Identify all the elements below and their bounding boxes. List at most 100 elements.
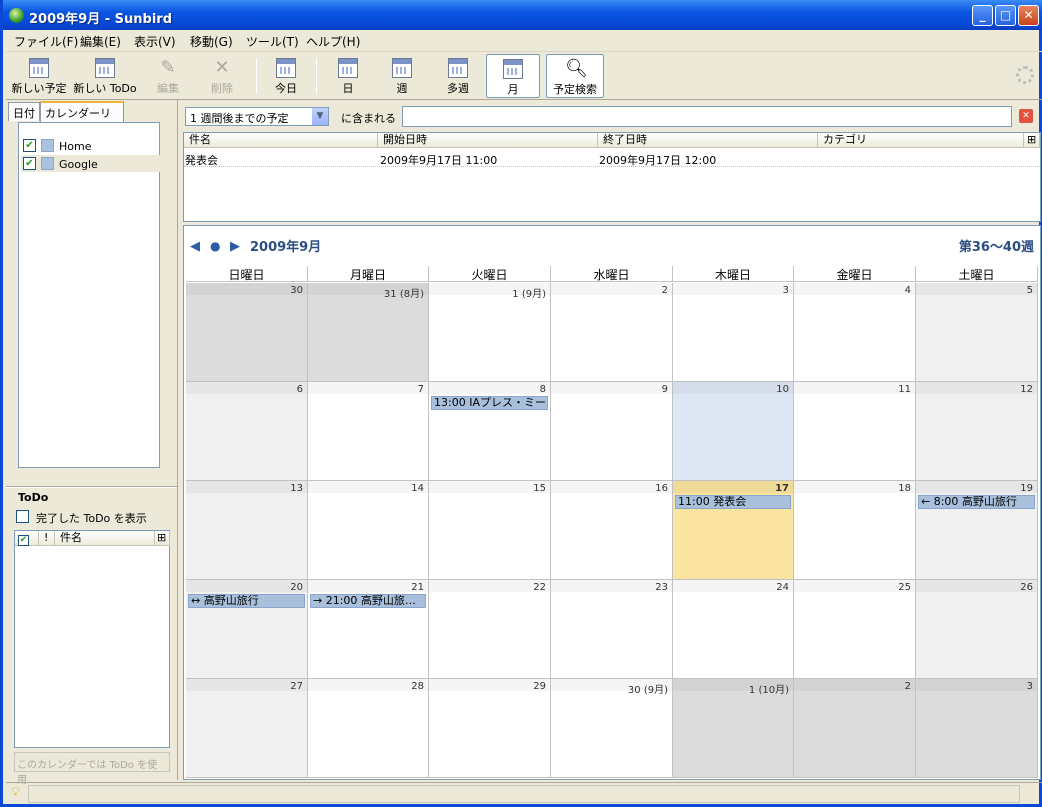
search-events-button[interactable]: 🔍︎ 予定検索 bbox=[546, 54, 604, 98]
day-cell[interactable]: 26 bbox=[916, 580, 1038, 679]
day-cell[interactable]: 28 bbox=[308, 679, 429, 778]
todo-col-completed[interactable]: ✔ bbox=[15, 531, 39, 546]
close-button[interactable]: ✕ bbox=[1018, 5, 1039, 26]
day-number: 24 bbox=[776, 582, 789, 593]
calendar-event[interactable]: 11:00 発表会 bbox=[675, 495, 791, 509]
day-cell[interactable]: 17 11:00 発表会 bbox=[673, 481, 794, 580]
month-view-button[interactable]: 月 bbox=[486, 54, 540, 98]
day-cell[interactable]: 18 bbox=[794, 481, 916, 580]
minimize-button[interactable]: _ bbox=[972, 5, 993, 26]
day-cell[interactable]: 2 bbox=[551, 283, 673, 382]
day-cell[interactable]: 21 → 21:00 高野山旅… bbox=[308, 580, 429, 679]
day-label-strip bbox=[916, 679, 1037, 691]
prev-month-icon[interactable]: ◀ bbox=[190, 239, 200, 254]
day-cell[interactable]: 13 bbox=[186, 481, 308, 580]
event-col-end[interactable]: 終了日時 bbox=[598, 133, 818, 148]
day-cell[interactable]: 11 bbox=[794, 382, 916, 481]
day-label-strip bbox=[429, 382, 550, 394]
tab-calendar-list[interactable]: カレンダーリスト bbox=[40, 101, 124, 136]
new-event-button[interactable]: 新しい予定 bbox=[8, 54, 70, 98]
day-cell[interactable]: 12 bbox=[916, 382, 1038, 481]
table-row[interactable]: 発表会 2009年9月17日 11:00 2009年9月17日 12:00 bbox=[184, 151, 1040, 167]
todo-disabled-button[interactable]: このカレンダーでは ToDo を使用 bbox=[14, 752, 170, 786]
day-cell[interactable]: 27 bbox=[186, 679, 308, 778]
show-completed-checkbox[interactable] bbox=[16, 510, 29, 523]
day-cell[interactable]: 14 bbox=[308, 481, 429, 580]
day-number: 14 bbox=[411, 483, 424, 494]
column-picker-icon[interactable]: ⊞ bbox=[155, 531, 170, 546]
pane-splitter[interactable] bbox=[6, 486, 177, 488]
day-cell[interactable]: 16 bbox=[551, 481, 673, 580]
day-cell[interactable]: 22 bbox=[429, 580, 551, 679]
next-month-icon[interactable]: ▶ bbox=[230, 239, 240, 254]
maximize-button[interactable]: □ bbox=[995, 5, 1016, 26]
title-bar[interactable]: 2009年9月 - Sunbird _ □ ✕ bbox=[3, 0, 1042, 30]
event-col-start[interactable]: 開始日時 bbox=[378, 133, 598, 148]
calendar-event[interactable]: ← 8:00 高野山旅行 bbox=[918, 495, 1035, 509]
day-cell[interactable]: 1 (9月) bbox=[429, 283, 551, 382]
menu-go[interactable]: 移動(G) bbox=[190, 33, 233, 50]
day-label-strip bbox=[916, 283, 1037, 295]
day-cell[interactable]: 1 (10月) bbox=[673, 679, 794, 778]
delete-button[interactable]: ✕ 削除 bbox=[200, 54, 244, 98]
calendar-event[interactable]: → 21:00 高野山旅… bbox=[310, 594, 426, 608]
calendar-google-checkbox[interactable]: ✔ bbox=[23, 157, 36, 170]
today-button[interactable]: 今日 bbox=[264, 54, 308, 98]
day-cell[interactable]: 4 bbox=[794, 283, 916, 382]
day-cell[interactable]: 3 bbox=[916, 679, 1038, 778]
day-cell[interactable]: 29 bbox=[429, 679, 551, 778]
week-view-button[interactable]: 週 bbox=[378, 54, 426, 98]
clear-search-icon[interactable]: ✕ bbox=[1019, 109, 1033, 123]
day-cell[interactable]: 7 bbox=[308, 382, 429, 481]
day-cell[interactable]: 31 (8月) bbox=[308, 283, 429, 382]
range-select[interactable]: 1 週間後までの予定 ▼ bbox=[185, 107, 329, 126]
show-completed-label: 完了した ToDo を表示 bbox=[36, 512, 147, 525]
menu-edit[interactable]: 編集(E) bbox=[80, 33, 121, 50]
new-todo-button[interactable]: 新しい ToDo bbox=[72, 54, 138, 98]
todo-col-priority[interactable]: ! bbox=[39, 531, 55, 546]
calendar-item-home[interactable]: ✔ Home bbox=[21, 137, 161, 154]
weekday-header: 土曜日 bbox=[916, 266, 1038, 282]
calendar-home-checkbox[interactable]: ✔ bbox=[23, 139, 36, 152]
day-cell[interactable]: 9 bbox=[551, 382, 673, 481]
tab-date[interactable]: 日付 bbox=[8, 102, 40, 121]
new-todo-icon bbox=[95, 58, 115, 78]
menu-help[interactable]: ヘルプ(H) bbox=[306, 33, 360, 50]
calendar-event[interactable]: 13:00 IAプレス・ミーテ… bbox=[431, 396, 548, 410]
calendar-google-color bbox=[41, 157, 54, 170]
day-number: 26 bbox=[1020, 582, 1033, 593]
day-cell[interactable]: 30 bbox=[186, 283, 308, 382]
day-cell[interactable]: 23 bbox=[551, 580, 673, 679]
calendar-item-google[interactable]: ✔ Google bbox=[21, 155, 161, 172]
day-view-button[interactable]: 日 bbox=[324, 54, 372, 98]
menu-view[interactable]: 表示(V) bbox=[134, 33, 176, 50]
day-number: 6 bbox=[296, 384, 303, 395]
chevron-down-icon[interactable]: ▼ bbox=[312, 108, 328, 125]
day-cell[interactable]: 5 bbox=[916, 283, 1038, 382]
day-cell[interactable]: 10 bbox=[673, 382, 794, 481]
day-cell[interactable]: 3 bbox=[673, 283, 794, 382]
todo-col-title[interactable]: 件名 bbox=[55, 531, 155, 546]
calendar-list: ✔ Home ✔ Google bbox=[18, 122, 161, 468]
search-input[interactable] bbox=[402, 106, 1012, 127]
today-dot-icon[interactable]: ● bbox=[210, 239, 220, 253]
menu-tools[interactable]: ツール(T) bbox=[246, 33, 299, 50]
calendar-home-label: Home bbox=[59, 140, 92, 153]
event-col-title[interactable]: 件名 bbox=[184, 133, 378, 148]
day-cell[interactable]: 813:00 IAプレス・ミーテ… bbox=[429, 382, 551, 481]
day-cell[interactable]: 20 ↔ 高野山旅行 bbox=[186, 580, 308, 679]
menu-file[interactable]: ファイル(F) bbox=[14, 33, 78, 50]
edit-button[interactable]: ✎ 編集 bbox=[146, 54, 190, 98]
day-cell[interactable]: 2 bbox=[794, 679, 916, 778]
day-cell[interactable]: 19 ← 8:00 高野山旅行 bbox=[916, 481, 1038, 580]
multiweek-view-button[interactable]: 多週 bbox=[432, 54, 484, 98]
day-cell[interactable]: 24 bbox=[673, 580, 794, 679]
day-cell[interactable]: 15 bbox=[429, 481, 551, 580]
calendar-event[interactable]: ↔ 高野山旅行 bbox=[188, 594, 305, 608]
day-cell[interactable]: 25 bbox=[794, 580, 916, 679]
day-cell[interactable]: 6 bbox=[186, 382, 308, 481]
event-col-category[interactable]: カテゴリ bbox=[818, 133, 1024, 148]
day-cell[interactable]: 30 (9月) bbox=[551, 679, 673, 778]
day-number: 5 bbox=[1026, 285, 1033, 296]
column-picker-icon[interactable]: ⊞ bbox=[1024, 133, 1040, 148]
